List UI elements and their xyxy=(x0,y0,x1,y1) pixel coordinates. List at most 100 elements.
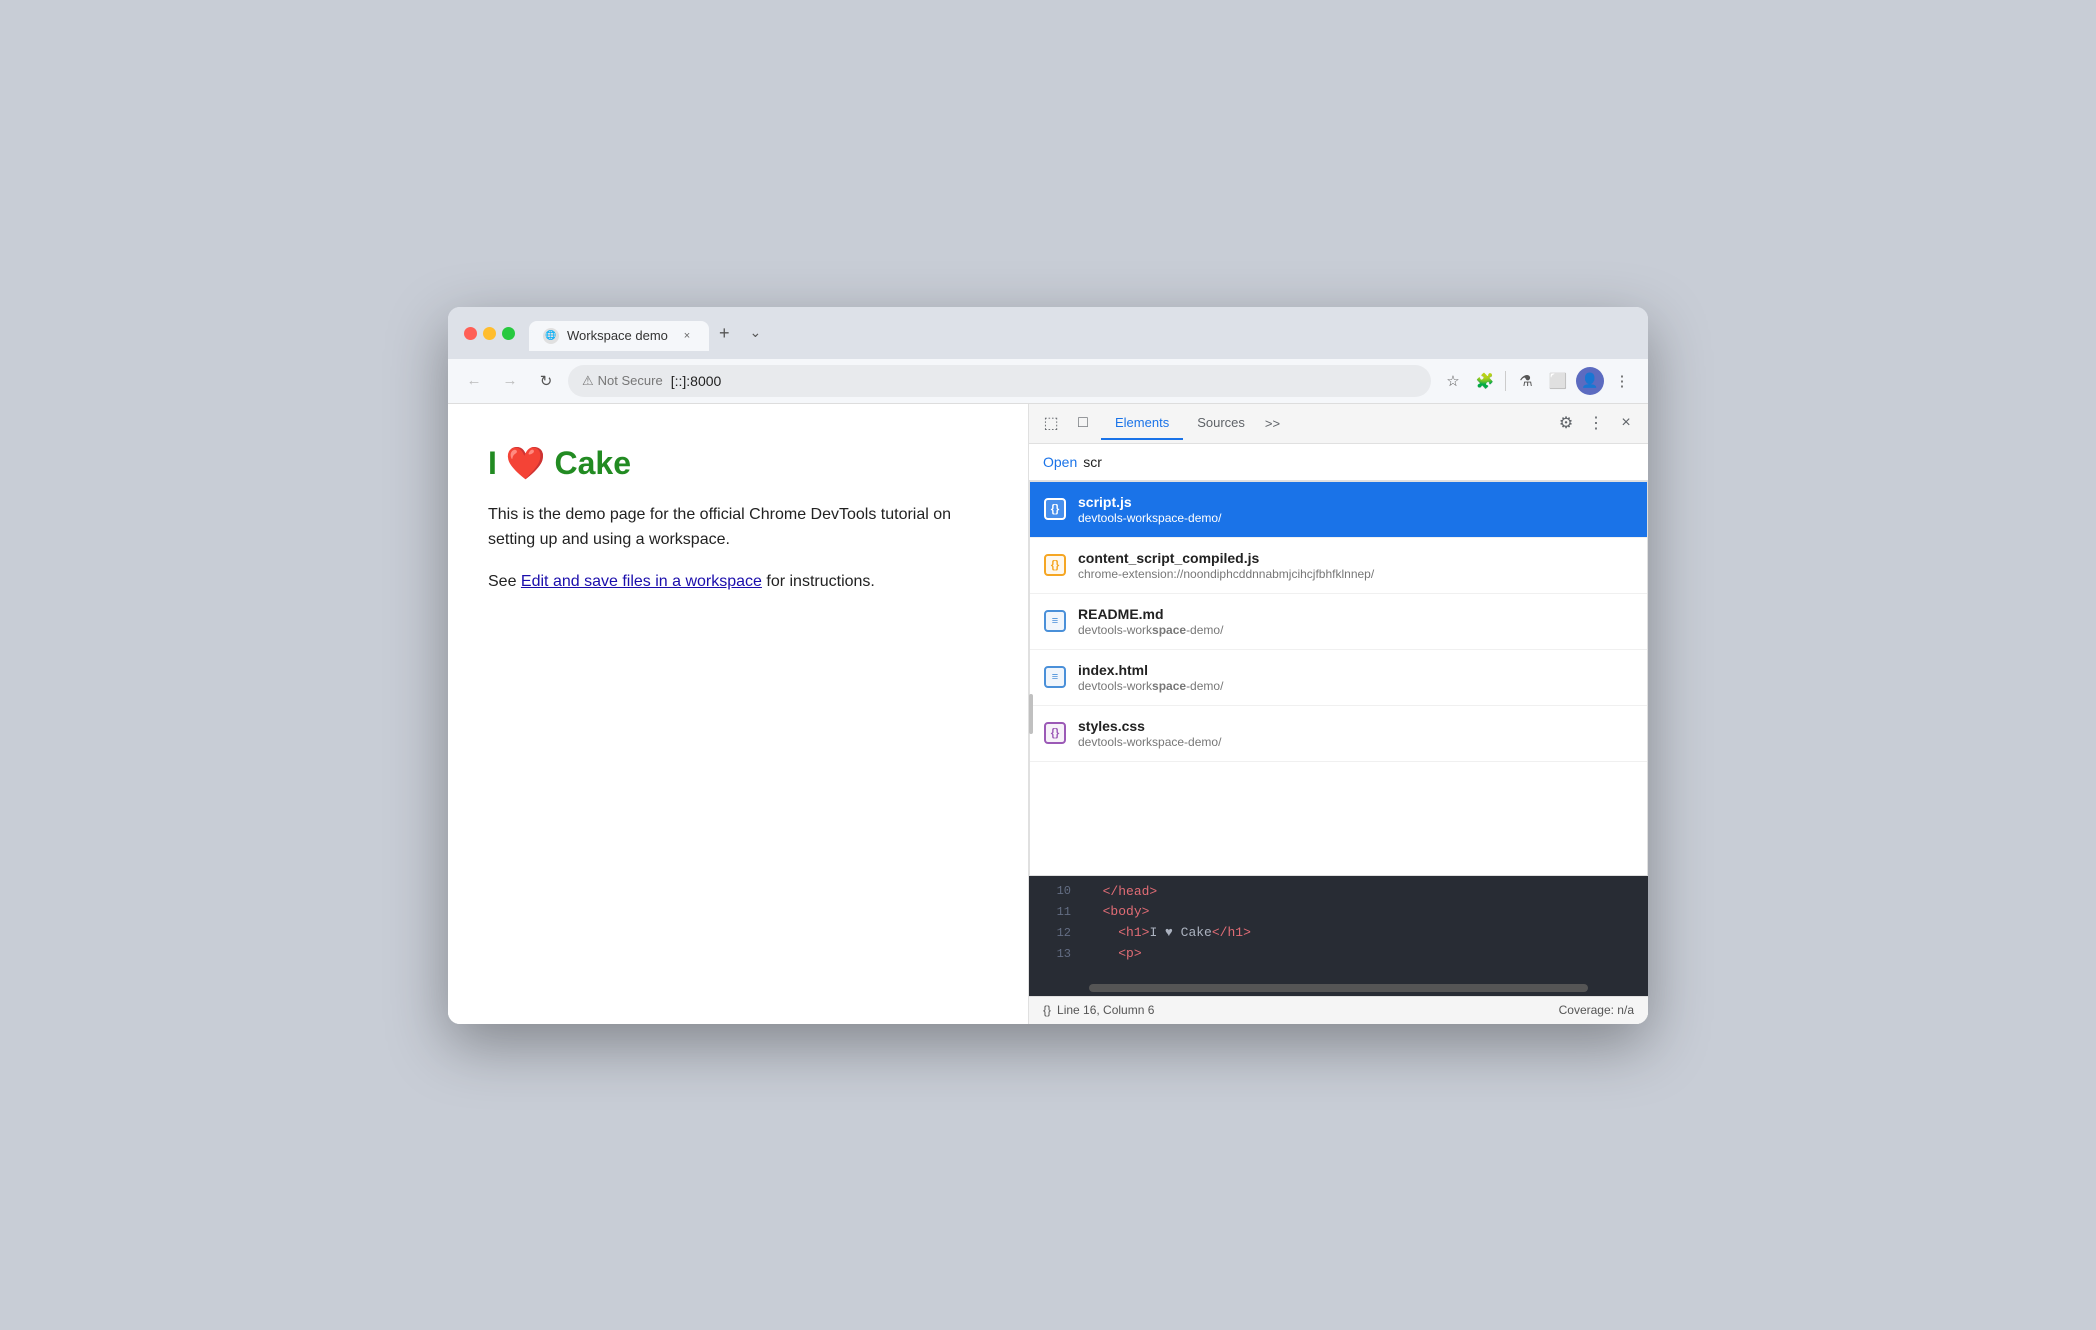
nav-actions: ☆ 🧩 ⚗ ⬜ 👤 ⋮ xyxy=(1439,367,1636,395)
file-info: index.html devtools-workspace-demo/ xyxy=(1078,662,1633,693)
file-path: devtools-workspace-demo/ xyxy=(1078,623,1633,637)
tab-sources[interactable]: Sources xyxy=(1183,407,1259,440)
heading-suffix: Cake xyxy=(555,445,632,481)
browser-window: 🌐 Workspace demo × + ⌄ ← → ↻ ⚠ Not Secur… xyxy=(448,307,1648,1024)
minimize-button[interactable] xyxy=(483,327,496,340)
tab-elements[interactable]: Elements xyxy=(1101,407,1183,440)
reload-button[interactable]: ↻ xyxy=(532,367,560,395)
devtools-status-bar: {} Line 16, Column 6 Coverage: n/a xyxy=(1029,996,1648,1024)
line-number: 12 xyxy=(1039,924,1071,943)
file-result-item[interactable]: {} content_script_compiled.js chrome-ext… xyxy=(1030,538,1647,594)
format-button[interactable]: {} xyxy=(1043,1003,1051,1017)
file-info: content_script_compiled.js chrome-extens… xyxy=(1078,550,1633,581)
file-name: styles.css xyxy=(1078,718,1633,734)
sidebar-button[interactable]: ⬜ xyxy=(1544,367,1572,395)
page-link-para: See Edit and save files in a workspace f… xyxy=(488,569,988,595)
file-path: devtools-workspace-demo/ xyxy=(1078,735,1633,749)
js-file-icon: {} xyxy=(1044,498,1066,520)
devtools-tabs: Elements Sources >> xyxy=(1101,407,1548,440)
file-result-item[interactable]: {} styles.css devtools-workspace-demo/ xyxy=(1030,706,1647,762)
main-area: I ❤️ Cake This is the demo page for the … xyxy=(448,404,1648,1024)
js-icon-symbol: {} xyxy=(1051,503,1060,515)
html-icon-symbol: ≡ xyxy=(1052,671,1058,683)
html-file-icon: ≡ xyxy=(1044,666,1066,688)
code-line: 12 <h1>I ♥ Cake</h1> xyxy=(1029,923,1648,944)
line-number: 10 xyxy=(1039,882,1071,901)
file-path: chrome-extension://noondiphcddnnabmjcihc… xyxy=(1078,567,1633,581)
page-description: This is the demo page for the official C… xyxy=(488,502,988,553)
file-result-item[interactable]: ≡ README.md devtools-workspace-demo/ xyxy=(1030,594,1647,650)
address-bar[interactable]: ⚠ Not Secure [::]:8000 xyxy=(568,365,1431,397)
file-result-item[interactable]: {} script.js devtools-workspace-demo/ xyxy=(1030,482,1647,538)
command-search-input[interactable] xyxy=(1083,454,1634,470)
code-content: <body> xyxy=(1087,902,1149,923)
description-text: This is the demo page for the official C… xyxy=(488,506,951,549)
code-content: <p> xyxy=(1087,944,1142,965)
inspect-element-button[interactable]: ⬚ xyxy=(1037,409,1065,437)
new-tab-button[interactable]: + xyxy=(709,317,740,349)
file-name: script.js xyxy=(1078,494,1633,510)
traffic-lights xyxy=(464,327,515,340)
code-content: </head> xyxy=(1087,882,1157,903)
file-result-item[interactable]: ≡ index.html devtools-workspace-demo/ xyxy=(1030,650,1647,706)
file-info: script.js devtools-workspace-demo/ xyxy=(1078,494,1633,525)
tab-dropdown-button[interactable]: ⌄ xyxy=(740,317,772,348)
address-url: [::]:8000 xyxy=(671,373,722,389)
devtools-menu-button[interactable]: ⋮ xyxy=(1582,409,1610,437)
code-scrollbar[interactable] xyxy=(1089,984,1588,992)
devtools-toolbar: ⬚ □ Elements Sources >> ⚙ ⋮ × xyxy=(1029,404,1648,444)
extensions-button[interactable]: 🧩 xyxy=(1471,367,1499,395)
lab-button[interactable]: ⚗ xyxy=(1512,367,1540,395)
tab-more-button[interactable]: >> xyxy=(1259,408,1286,439)
js-ext-file-icon: {} xyxy=(1044,554,1066,576)
device-toolbar-button[interactable]: □ xyxy=(1069,409,1097,437)
code-line: 13 <p> xyxy=(1029,944,1648,965)
devtools-panel: ⬚ □ Elements Sources >> ⚙ ⋮ × Open xyxy=(1028,404,1648,1024)
close-button[interactable] xyxy=(464,327,477,340)
code-area: 10 </head> 11 <body> 12 <h1>I ♥ Cake</h1… xyxy=(1029,876,1648,996)
security-warning: ⚠ Not Secure xyxy=(582,373,663,389)
code-lines: 10 </head> 11 <body> 12 <h1>I ♥ Cake</h1… xyxy=(1029,876,1648,971)
command-label: Open xyxy=(1043,454,1077,470)
code-line: 11 <body> xyxy=(1029,902,1648,923)
cursor-position: Line 16, Column 6 xyxy=(1057,1003,1154,1017)
devtools-close-button[interactable]: × xyxy=(1612,409,1640,437)
tabs-row: 🌐 Workspace demo × + ⌄ xyxy=(529,317,771,351)
title-bar-top: 🌐 Workspace demo × + ⌄ xyxy=(464,317,1632,351)
css-icon-symbol: {} xyxy=(1051,727,1060,739)
file-info: styles.css devtools-workspace-demo/ xyxy=(1078,718,1633,749)
file-name: index.html xyxy=(1078,662,1633,678)
forward-button[interactable]: → xyxy=(496,367,524,395)
devtools-settings-button[interactable]: ⚙ xyxy=(1552,409,1580,437)
page-heading: I ❤️ Cake xyxy=(488,444,988,482)
file-name: content_script_compiled.js xyxy=(1078,550,1633,566)
code-line: 10 </head> xyxy=(1029,882,1648,903)
line-number: 13 xyxy=(1039,945,1071,964)
js-ext-icon-symbol: {} xyxy=(1051,559,1060,571)
heart-icon: ❤️ xyxy=(506,445,555,481)
menu-button[interactable]: ⋮ xyxy=(1608,367,1636,395)
file-path: devtools-workspace-demo/ xyxy=(1078,679,1633,693)
file-path: devtools-workspace-demo/ xyxy=(1078,511,1633,525)
file-info: README.md devtools-workspace-demo/ xyxy=(1078,606,1633,637)
nav-bar: ← → ↻ ⚠ Not Secure [::]:8000 ☆ 🧩 ⚗ ⬜ 👤 ⋮ xyxy=(448,359,1648,404)
link-suffix: for instructions. xyxy=(762,573,875,590)
security-label: Not Secure xyxy=(598,373,663,388)
tab-close-button[interactable]: × xyxy=(679,328,695,344)
devtools-right-actions: ⚙ ⋮ × xyxy=(1552,409,1640,437)
tab-favicon: 🌐 xyxy=(543,328,559,344)
css-file-icon: {} xyxy=(1044,722,1066,744)
command-search-area: Open xyxy=(1029,444,1648,481)
md-icon-symbol: ≡ xyxy=(1052,615,1058,627)
tab-title: Workspace demo xyxy=(567,328,671,343)
md-file-icon: ≡ xyxy=(1044,610,1066,632)
bookmark-button[interactable]: ☆ xyxy=(1439,367,1467,395)
code-content: <h1>I ♥ Cake</h1> xyxy=(1087,923,1251,944)
active-tab[interactable]: 🌐 Workspace demo × xyxy=(529,321,709,351)
workspace-link[interactable]: Edit and save files in a workspace xyxy=(521,573,762,590)
coverage-label: Coverage: n/a xyxy=(1559,1003,1634,1017)
profile-button[interactable]: 👤 xyxy=(1576,367,1604,395)
maximize-button[interactable] xyxy=(502,327,515,340)
page-content: I ❤️ Cake This is the demo page for the … xyxy=(448,404,1028,1024)
back-button[interactable]: ← xyxy=(460,367,488,395)
